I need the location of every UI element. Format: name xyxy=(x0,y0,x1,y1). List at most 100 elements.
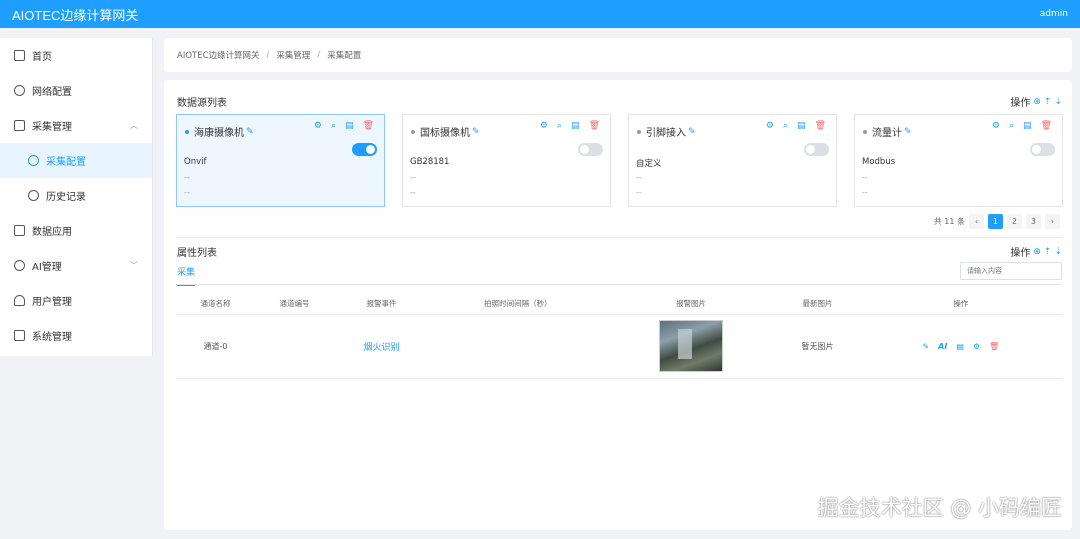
edit-icon[interactable]: ✎ xyxy=(246,127,254,137)
delete-icon[interactable]: 🗑 xyxy=(815,121,826,131)
channel-name: 通道-0 xyxy=(176,314,256,379)
datasource-card[interactable]: 海康摄像机 ✎ ⚙ ⌕ ▤ 🗑 Onvif -- -- xyxy=(176,114,385,207)
history-icon xyxy=(28,190,39,201)
clipboard-icon[interactable]: ▤ xyxy=(345,121,354,131)
breadcrumb-separator: / xyxy=(317,50,321,60)
edit-icon[interactable]: ✎ xyxy=(472,127,480,137)
sidebar-item-history[interactable]: 历史记录 xyxy=(0,178,152,213)
upload-icon[interactable]: ⇡ xyxy=(1044,97,1052,107)
sidebar-item-ai[interactable]: AI管理 ﹀ xyxy=(0,248,152,283)
sidebar-item-label: 数据应用 xyxy=(32,227,72,238)
sidebar: 首页 网络配置 采集管理 ︿ 采集配置 历史记录 数据应用 AI管理 ﹀ 用户管理 … xyxy=(0,38,153,356)
card-title: 流量计 ✎ xyxy=(863,124,912,139)
user-icon xyxy=(14,295,25,306)
globe-icon xyxy=(14,85,25,96)
sidebar-item-label: 采集管理 xyxy=(32,122,72,133)
column-header: 报警图片 xyxy=(606,294,776,315)
breadcrumb-separator: / xyxy=(266,50,270,60)
search-icon[interactable]: ⌕ xyxy=(783,121,788,131)
sidebar-item-users[interactable]: 用户管理 xyxy=(0,283,152,318)
download-icon[interactable]: ⇣ xyxy=(1054,97,1062,107)
prev-page-button[interactable]: ‹ xyxy=(969,214,984,229)
enable-toggle[interactable] xyxy=(352,143,377,156)
add-icon[interactable]: ⊕ xyxy=(1033,247,1041,257)
page-button[interactable]: 3 xyxy=(1026,214,1041,229)
sidebar-item-label: 历史记录 xyxy=(46,192,86,203)
datasource-ops: 操作 ⊕ ⇡ ⇣ xyxy=(1010,94,1062,110)
alarm-image[interactable] xyxy=(659,320,724,372)
sidebar-item-data-app[interactable]: 数据应用 xyxy=(0,213,152,248)
home-icon xyxy=(14,50,25,61)
attributes-title: 属性列表 xyxy=(177,248,217,259)
ai-button[interactable]: AI xyxy=(938,342,947,351)
datasource-title: 数据源列表 xyxy=(177,98,227,109)
page-button[interactable]: 1 xyxy=(988,214,1003,229)
settings-icon[interactable]: ⚙ xyxy=(973,342,980,351)
card-field: -- xyxy=(410,173,416,182)
add-icon[interactable]: ⊕ xyxy=(1033,97,1041,107)
ops-label: 操作 xyxy=(1010,248,1031,259)
delete-icon[interactable]: 🗑 xyxy=(363,121,374,131)
sidebar-item-label: AI管理 xyxy=(32,262,62,273)
table-row: 通道-0 烟火识别 暂无图片 ✎ AI ▤ ⚙ 🗑 xyxy=(176,314,1062,379)
clipboard-icon[interactable]: ▤ xyxy=(797,121,806,131)
delete-icon[interactable]: 🗑 xyxy=(989,342,999,351)
breadcrumb-item-current: 采集配置 xyxy=(327,51,362,61)
page-button[interactable]: 2 xyxy=(1007,214,1022,229)
card-protocol: Onvif xyxy=(184,157,207,167)
search-input[interactable] xyxy=(960,262,1062,280)
tab-underline xyxy=(176,284,1062,285)
datasource-card[interactable]: 引脚接入 ✎ ⚙ ⌕ ▤ 🗑 自定义 -- -- xyxy=(628,114,837,207)
download-icon[interactable]: ⇣ xyxy=(1054,247,1062,257)
sidebar-item-label: 采集配置 xyxy=(46,157,86,168)
app-title: AIOTEC边缘计算网关 xyxy=(12,7,139,23)
datasource-card[interactable]: 流量计 ✎ ⚙ ⌕ ▤ 🗑 Modbus -- -- xyxy=(854,114,1063,207)
breadcrumb: AIOTEC边缘计算网关 / 采集管理 / 采集配置 xyxy=(164,38,1072,72)
column-header: 操作 xyxy=(859,294,1062,315)
clipboard-icon[interactable]: ▤ xyxy=(571,121,580,131)
breadcrumb-item[interactable]: AIOTEC边缘计算网关 xyxy=(177,49,260,61)
sidebar-item-collection-config[interactable]: 采集配置 xyxy=(0,143,152,178)
card-field: -- xyxy=(410,188,416,197)
settings-icon[interactable]: ⚙ xyxy=(540,121,548,131)
delete-icon[interactable]: 🗑 xyxy=(1041,121,1052,131)
search-icon[interactable]: ⌕ xyxy=(1009,121,1014,131)
edit-icon[interactable]: ✎ xyxy=(922,342,929,351)
card-title: 引脚接入 ✎ xyxy=(637,124,696,139)
document-icon[interactable]: ▤ xyxy=(956,342,964,351)
enable-toggle[interactable] xyxy=(1030,143,1055,156)
table-header-row: 通道名称 通道编号 报警事件 拍照时间间隔（秒） 报警图片 最新图片 操作 xyxy=(176,294,1062,315)
datasource-card[interactable]: 国标摄像机 ✎ ⚙ ⌕ ▤ 🗑 GB28181 -- -- xyxy=(402,114,611,207)
settings-icon[interactable]: ⚙ xyxy=(766,121,774,131)
row-actions: ✎ AI ▤ ⚙ 🗑 xyxy=(859,314,1062,379)
upload-icon[interactable]: ⇡ xyxy=(1044,247,1052,257)
clipboard-icon[interactable]: ▤ xyxy=(1023,121,1032,131)
edit-icon[interactable]: ✎ xyxy=(688,127,696,137)
enable-toggle[interactable] xyxy=(578,143,603,156)
attributes-ops: 操作 ⊕ ⇡ ⇣ xyxy=(1010,244,1062,260)
card-field: -- xyxy=(862,173,868,182)
edit-icon[interactable]: ✎ xyxy=(904,127,912,137)
watermark: 掘金技术社区 @ 小码编匠 xyxy=(817,496,1062,520)
enable-toggle[interactable] xyxy=(804,143,829,156)
tab-collect[interactable]: 采集 xyxy=(177,265,196,286)
user-menu[interactable]: admin xyxy=(1040,9,1068,19)
channel-code xyxy=(255,314,335,379)
search-icon[interactable]: ⌕ xyxy=(557,121,562,131)
settings-icon[interactable]: ⚙ xyxy=(314,121,322,131)
sidebar-item-network[interactable]: 网络配置 xyxy=(0,73,152,108)
status-dot xyxy=(637,129,641,134)
sidebar-item-home[interactable]: 首页 xyxy=(0,38,152,73)
ops-label: 操作 xyxy=(1010,98,1031,109)
top-bar: AIOTEC边缘计算网关 admin xyxy=(0,0,1080,28)
sidebar-item-system[interactable]: 系统管理 xyxy=(0,318,152,353)
column-header: 通道编号 xyxy=(255,294,335,315)
card-protocol: Modbus xyxy=(862,157,896,167)
search-icon[interactable]: ⌕ xyxy=(331,121,336,131)
sidebar-item-collection[interactable]: 采集管理 ︿ xyxy=(0,108,152,143)
settings-icon[interactable]: ⚙ xyxy=(992,121,1000,131)
next-page-button[interactable]: › xyxy=(1045,214,1060,229)
alarm-event-link[interactable]: 烟火识别 xyxy=(334,314,429,379)
delete-icon[interactable]: 🗑 xyxy=(589,121,600,131)
breadcrumb-item[interactable]: 采集管理 xyxy=(276,49,310,61)
